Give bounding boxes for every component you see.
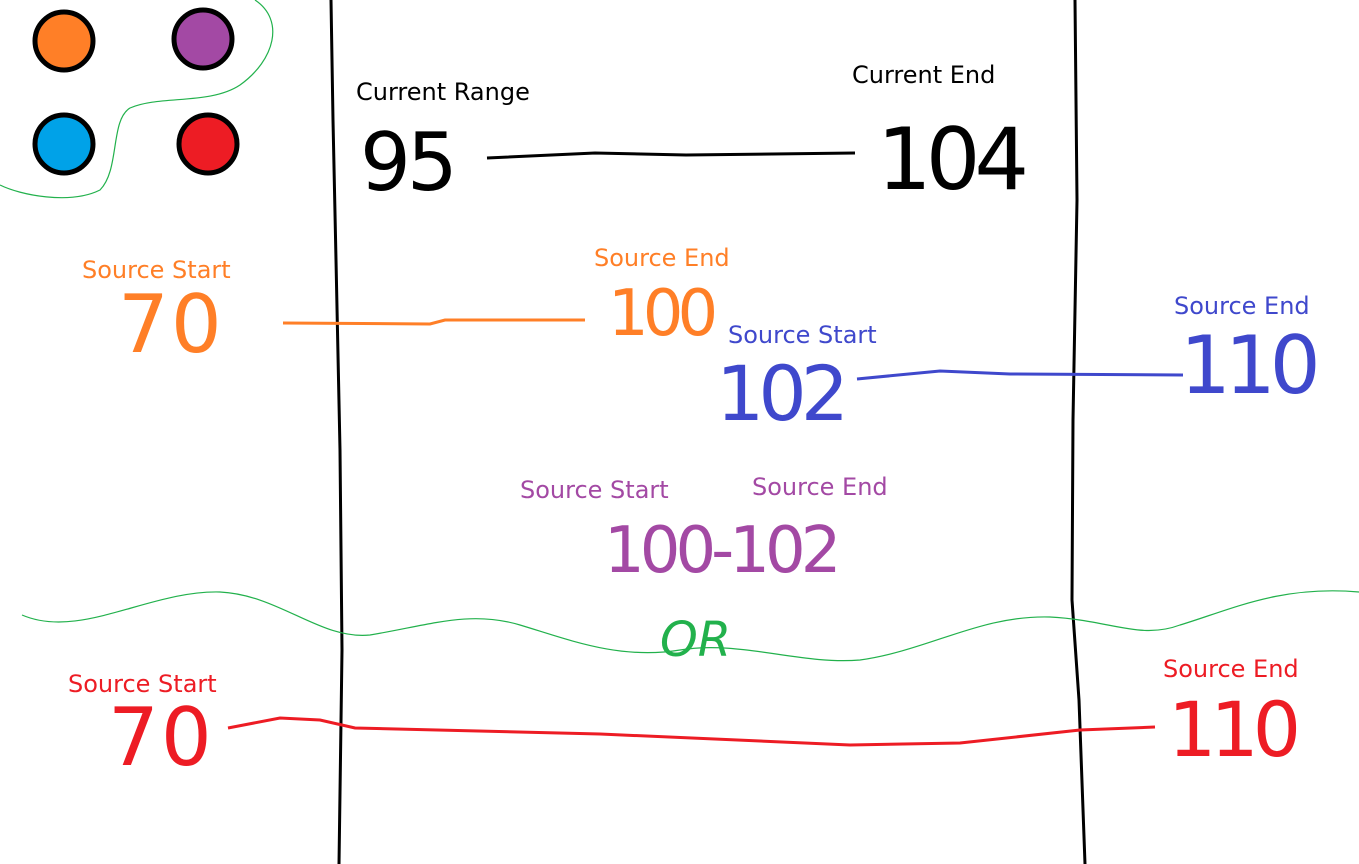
red-end-value: 110: [1168, 685, 1301, 774]
orange-end-value: 100: [608, 277, 718, 351]
current-end-value: 104: [877, 110, 1029, 210]
boundary-line-left: [329, 0, 344, 864]
orange-end-label: Source End: [594, 244, 730, 272]
red-start-value: 70: [108, 691, 214, 784]
purple-start-label: Source Start: [520, 476, 669, 504]
red-source-line: [227, 716, 1156, 747]
blue-start-value: 102: [716, 349, 849, 438]
current-range-line: [486, 151, 856, 160]
red-end-label: Source End: [1163, 655, 1299, 683]
separator-or: OR: [660, 612, 732, 668]
current-end-label: Current End: [852, 61, 996, 89]
blue-source-line: [856, 369, 1184, 381]
legend-dot-blue: [32, 112, 96, 176]
orange-start-value: 70: [118, 278, 224, 371]
legend-dot-purple: [171, 7, 235, 71]
current-start-value: 95: [360, 116, 458, 209]
legend-dot-red: [176, 112, 240, 176]
purple-range-value: 100-102: [604, 514, 841, 588]
boundary-line-right: [1070, 0, 1087, 864]
current-range-label: Current Range: [356, 78, 530, 106]
legend-dot-orange: [32, 9, 96, 73]
purple-end-label: Source End: [752, 473, 888, 501]
orange-source-line: [282, 318, 585, 326]
blue-end-value: 110: [1180, 319, 1321, 412]
blue-start-label: Source Start: [728, 321, 877, 349]
blue-end-label: Source End: [1174, 292, 1310, 320]
